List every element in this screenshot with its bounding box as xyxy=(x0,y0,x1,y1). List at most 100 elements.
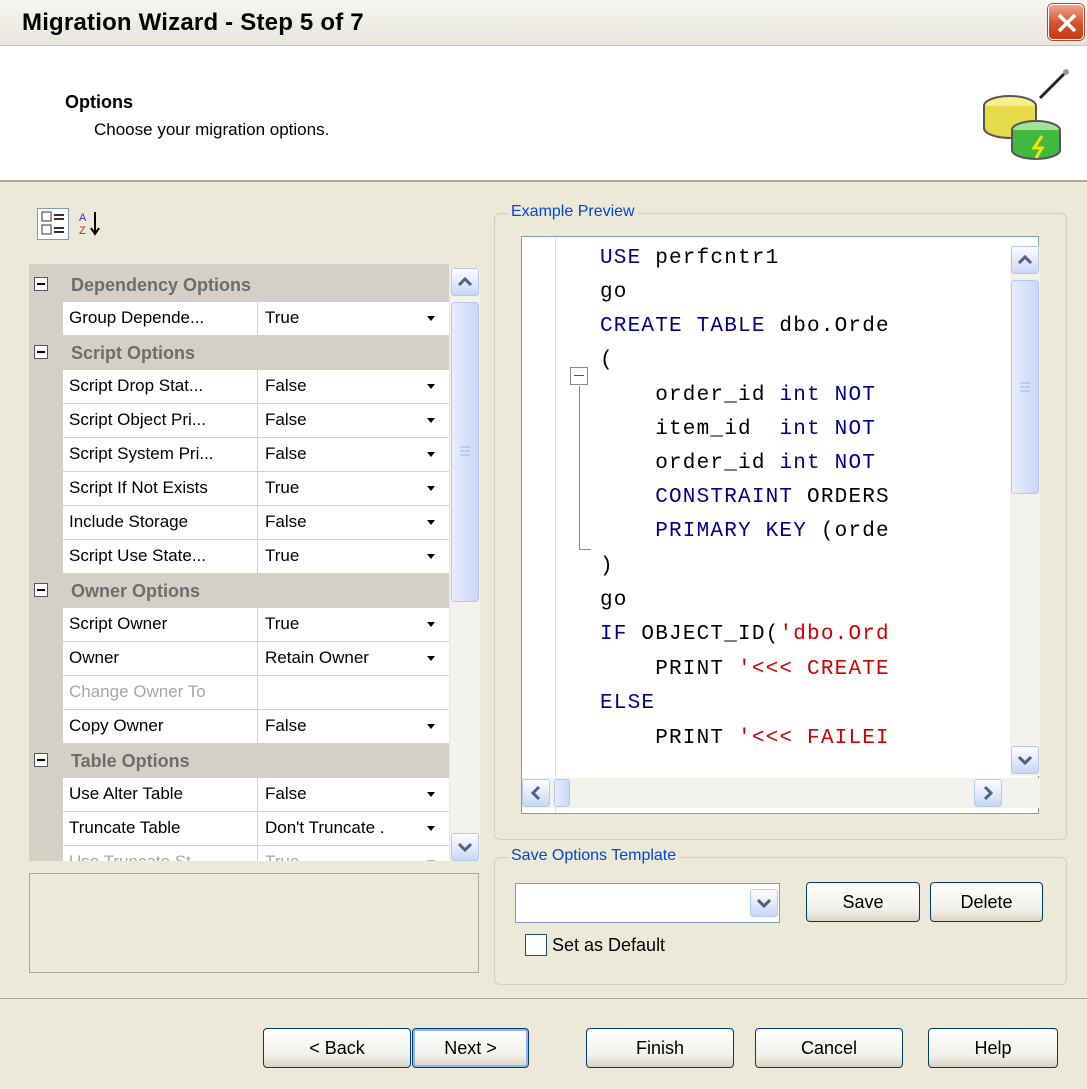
property-row[interactable]: Script Use State... True xyxy=(63,540,449,574)
category-label: Owner Options xyxy=(71,581,201,601)
code-scroll-thumb[interactable] xyxy=(1011,280,1039,494)
code-preview[interactable]: USE perfcntr1 go CREATE TABLE dbo.Orde ( or… xyxy=(521,236,1039,814)
property-name: Script System Pri... xyxy=(69,444,214,463)
scroll-down-button[interactable] xyxy=(451,833,479,861)
close-button[interactable] xyxy=(1048,4,1084,40)
property-value[interactable]: False xyxy=(265,444,423,466)
property-row[interactable]: Script Owner True xyxy=(63,608,449,642)
property-category[interactable]: Script Options xyxy=(29,336,449,370)
finish-button[interactable]: Finish xyxy=(586,1028,734,1068)
grip-icon xyxy=(1020,382,1030,392)
set-as-default-label: Set as Default xyxy=(552,935,666,955)
column-separator xyxy=(257,676,258,710)
chevron-right-icon xyxy=(983,785,994,801)
property-row[interactable]: Use Alter Table False xyxy=(63,778,449,812)
property-value[interactable]: False xyxy=(265,784,423,806)
property-row[interactable]: Owner Retain Owner xyxy=(63,642,449,676)
code-token: order_id xyxy=(600,452,780,475)
code-token: int NOT xyxy=(779,452,877,475)
collapse-region-icon[interactable] xyxy=(570,367,588,385)
dropdown-arrow-icon[interactable] xyxy=(427,316,435,321)
collapse-icon[interactable] xyxy=(34,277,48,291)
dropdown-arrow-icon[interactable] xyxy=(427,792,435,797)
property-value[interactable]: False xyxy=(265,512,423,534)
back-button[interactable]: < Back xyxy=(263,1028,411,1068)
code-scroll-up-button[interactable] xyxy=(1011,246,1039,274)
template-select[interactable] xyxy=(515,883,780,923)
svg-text:A: A xyxy=(79,212,87,224)
property-row[interactable]: Truncate Table Don't Truncate . xyxy=(63,812,449,846)
dropdown-arrow-icon[interactable] xyxy=(427,724,435,729)
dropdown-arrow-icon[interactable] xyxy=(427,486,435,491)
property-value[interactable]: Don't Truncate . xyxy=(265,818,423,840)
scroll-up-button[interactable] xyxy=(451,268,479,296)
property-value[interactable]: False xyxy=(265,410,423,432)
property-value[interactable]: False xyxy=(265,716,423,738)
title-bar: Migration Wizard - Step 5 of 7 xyxy=(0,0,1087,46)
template-dropdown-button[interactable] xyxy=(750,889,778,917)
code-line: go xyxy=(600,589,628,612)
property-row: Use Truncate St... True xyxy=(63,846,449,861)
dropdown-arrow-icon[interactable] xyxy=(427,622,435,627)
property-value[interactable]: True xyxy=(265,546,423,568)
column-separator xyxy=(257,506,258,540)
code-scroll-down-button[interactable] xyxy=(1011,746,1039,774)
property-category[interactable]: Owner Options xyxy=(29,574,449,608)
column-separator xyxy=(257,302,258,336)
property-name: Script Use State... xyxy=(69,546,206,565)
cancel-button[interactable]: Cancel xyxy=(755,1028,903,1068)
code-line: item_id int NOT xyxy=(600,418,876,441)
property-category[interactable]: Dependency Options xyxy=(29,268,449,302)
categorized-view-button[interactable] xyxy=(37,208,69,240)
property-row[interactable]: Group Depende... True xyxy=(63,302,449,336)
column-separator xyxy=(257,404,258,438)
property-name: Use Alter Table xyxy=(69,784,184,803)
property-value[interactable]: True xyxy=(265,614,423,636)
dropdown-arrow-icon[interactable] xyxy=(427,826,435,831)
collapse-icon[interactable] xyxy=(34,583,48,597)
column-separator xyxy=(257,540,258,574)
wizard-footer xyxy=(0,998,1087,1089)
code-horizontal-scrollbar[interactable] xyxy=(522,778,1040,808)
dropdown-arrow-icon[interactable] xyxy=(427,656,435,661)
dropdown-arrow-icon[interactable] xyxy=(427,554,435,559)
dropdown-arrow-icon[interactable] xyxy=(427,384,435,389)
property-grid[interactable]: Dependency Options Group Depende... True Sc… xyxy=(29,264,449,861)
code-scroll-left-button[interactable] xyxy=(522,779,550,807)
code-line: IF OBJECT_ID('dbo.Ord xyxy=(600,623,890,646)
save-template-button[interactable]: Save xyxy=(806,882,920,922)
alphabetical-sort-button[interactable]: A Z xyxy=(74,208,106,240)
code-vertical-scrollbar[interactable] xyxy=(1010,246,1040,776)
property-value[interactable]: True xyxy=(265,478,423,500)
property-value[interactable]: False xyxy=(265,376,423,398)
dropdown-arrow-icon[interactable] xyxy=(427,418,435,423)
dropdown-arrow-icon[interactable] xyxy=(427,452,435,457)
code-token: 'dbo.Ord xyxy=(779,623,890,646)
property-value[interactable]: Retain Owner xyxy=(265,648,423,670)
property-grid-scrollbar[interactable] xyxy=(450,268,480,861)
collapse-icon[interactable] xyxy=(34,345,48,359)
property-category[interactable]: Table Options xyxy=(29,744,449,778)
dropdown-arrow-icon[interactable] xyxy=(427,520,435,525)
code-line: ELSE xyxy=(600,692,655,715)
code-token: ORDERS xyxy=(793,486,890,509)
property-value[interactable]: True xyxy=(265,308,423,330)
property-row[interactable]: Script System Pri... False xyxy=(63,438,449,472)
close-icon xyxy=(1057,13,1077,33)
scroll-thumb[interactable] xyxy=(451,302,479,602)
property-row[interactable]: Copy Owner False xyxy=(63,710,449,744)
code-hscroll-thumb[interactable] xyxy=(554,779,570,807)
set-as-default-checkbox[interactable] xyxy=(525,934,547,956)
code-line: CREATE TABLE dbo.Orde xyxy=(600,315,890,338)
code-token: order_id xyxy=(600,384,780,407)
delete-template-button[interactable]: Delete xyxy=(930,882,1043,922)
property-row[interactable]: Script Object Pri... False xyxy=(63,404,449,438)
property-row[interactable]: Include Storage False xyxy=(63,506,449,540)
code-scroll-right-button[interactable] xyxy=(974,779,1002,807)
next-button[interactable]: Next > xyxy=(412,1028,529,1068)
help-button[interactable]: Help xyxy=(928,1028,1058,1068)
property-row[interactable]: Script Drop Stat... False xyxy=(63,370,449,404)
property-row[interactable]: Script If Not Exists True xyxy=(63,472,449,506)
column-separator xyxy=(257,608,258,642)
collapse-icon[interactable] xyxy=(34,753,48,767)
